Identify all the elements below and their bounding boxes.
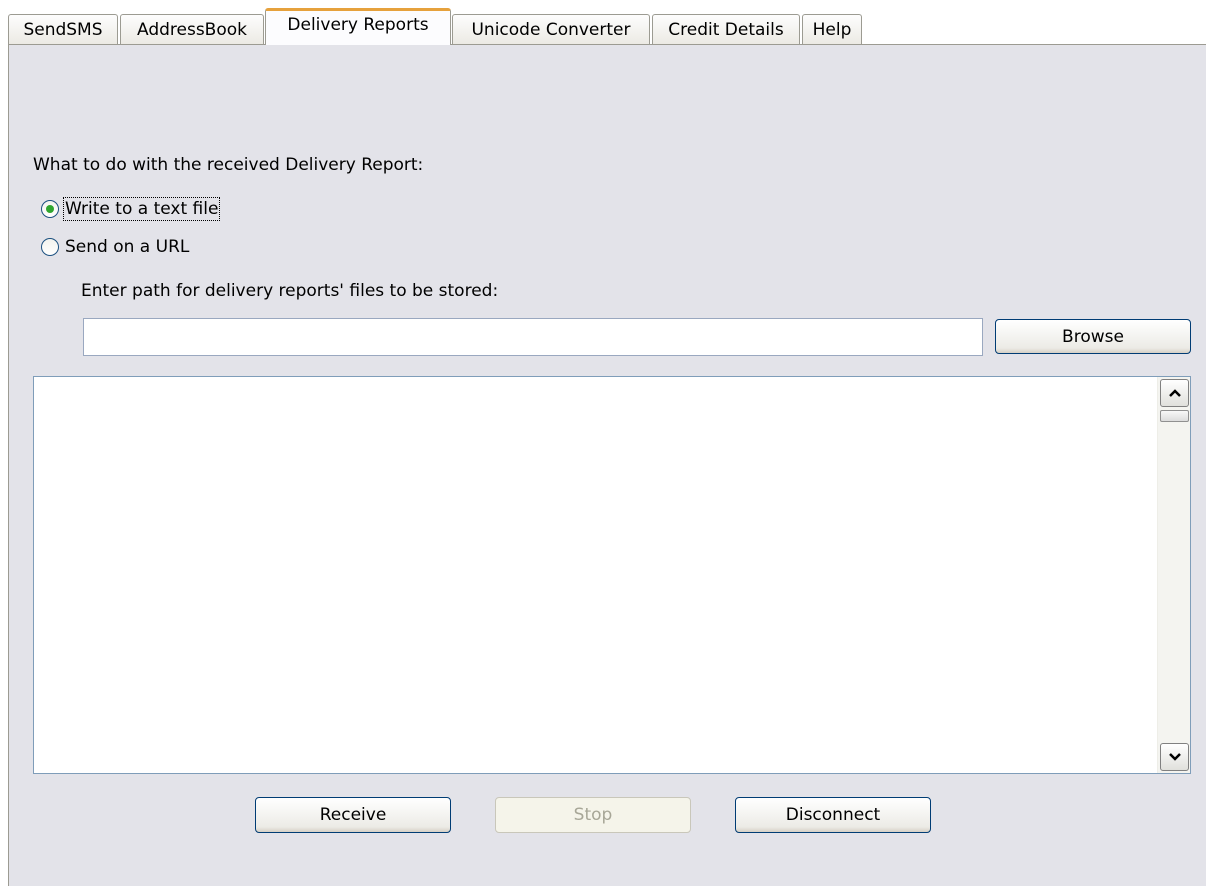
radio-send-url[interactable]: Send on a URL — [41, 237, 189, 257]
tab-strip: SendSMS AddressBook Delivery Reports Uni… — [0, 0, 1206, 45]
delivery-log-textarea[interactable] — [33, 376, 1191, 774]
radio-label-write-text-file: Write to a text file — [62, 197, 221, 221]
radio-write-text-file[interactable]: Write to a text file — [41, 197, 221, 221]
tab-credit-details[interactable]: Credit Details — [652, 14, 800, 44]
delivery-reports-panel: What to do with the received Delivery Re… — [8, 44, 1206, 886]
radio-selected-dot — [46, 205, 54, 213]
tab-label: Unicode Converter — [471, 19, 631, 40]
scroll-up-button[interactable] — [1160, 379, 1189, 407]
stop-button: Stop — [495, 797, 691, 833]
receive-button[interactable]: Receive — [255, 797, 451, 833]
tab-label: AddressBook — [136, 19, 247, 40]
path-input[interactable] — [83, 318, 983, 356]
browse-button-label: Browse — [1062, 326, 1124, 347]
scroll-down-button[interactable] — [1160, 743, 1189, 771]
browse-button[interactable]: Browse — [995, 319, 1191, 354]
receive-button-label: Receive — [319, 805, 387, 825]
tab-addressbook[interactable]: AddressBook — [120, 14, 264, 44]
radio-button-checked[interactable] — [41, 200, 59, 218]
tab-label: SendSMS — [23, 19, 103, 40]
tab-sendsms[interactable]: SendSMS — [8, 14, 118, 44]
tab-help[interactable]: Help — [802, 14, 862, 44]
disconnect-button-label: Disconnect — [785, 805, 881, 825]
delivery-action-question: What to do with the received Delivery Re… — [33, 155, 424, 175]
stop-button-label: Stop — [573, 805, 613, 825]
vertical-scrollbar[interactable] — [1157, 377, 1190, 773]
path-label: Enter path for delivery reports' files t… — [81, 281, 499, 301]
tab-label: Credit Details — [668, 19, 784, 40]
radio-label-send-url: Send on a URL — [65, 237, 190, 257]
tab-label: Delivery Reports — [287, 15, 429, 35]
tab-delivery-reports[interactable]: Delivery Reports — [265, 8, 451, 45]
chevron-up-icon — [1168, 389, 1181, 397]
chevron-down-icon — [1168, 753, 1181, 761]
scroll-thumb[interactable] — [1160, 410, 1189, 422]
disconnect-button[interactable]: Disconnect — [735, 797, 931, 833]
tab-label: Help — [812, 19, 852, 40]
radio-button-unchecked[interactable] — [41, 238, 59, 256]
tab-unicode-converter[interactable]: Unicode Converter — [452, 14, 650, 44]
